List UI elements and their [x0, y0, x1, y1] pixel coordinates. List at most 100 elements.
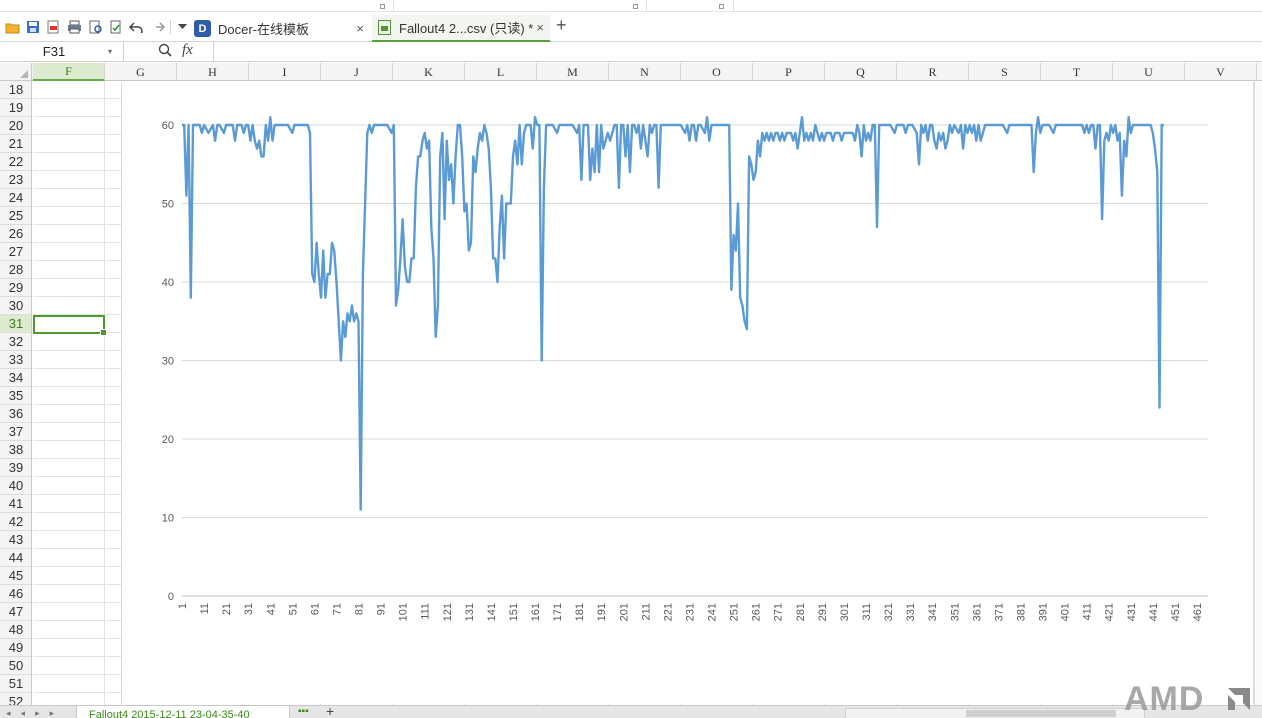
- function-icon[interactable]: fx: [182, 42, 193, 59]
- column-header-q[interactable]: Q: [825, 63, 897, 81]
- row-header-23[interactable]: 23: [0, 171, 31, 189]
- column-header-m[interactable]: M: [537, 63, 609, 81]
- sheet-tab[interactable]: Fallout4 2015-12-11 23-04-35-40: [76, 706, 290, 718]
- column-header-o[interactable]: O: [681, 63, 753, 81]
- row-header-19[interactable]: 19: [0, 99, 31, 117]
- print-icon[interactable]: [66, 19, 82, 35]
- x-tick-label: 101: [398, 603, 410, 621]
- last-sheet-icon[interactable]: ▸: [50, 708, 55, 718]
- save-icon[interactable]: [25, 19, 41, 35]
- export-pdf-icon[interactable]: [45, 19, 61, 35]
- row-header-29[interactable]: 29: [0, 279, 31, 297]
- first-sheet-icon[interactable]: ◂: [6, 708, 11, 718]
- row-header-40[interactable]: 40: [0, 477, 31, 495]
- row-header-38[interactable]: 38: [0, 441, 31, 459]
- undo-icon[interactable]: [128, 19, 144, 35]
- row-header-34[interactable]: 34: [0, 369, 31, 387]
- ribbon-remnant: [0, 0, 1262, 12]
- zoom-icon[interactable]: [158, 43, 172, 60]
- x-tick-label: 81: [354, 603, 366, 615]
- x-tick-label: 341: [927, 603, 939, 621]
- row-header-33[interactable]: 33: [0, 351, 31, 369]
- x-tick-label: 461: [1192, 603, 1204, 621]
- column-header-s[interactable]: S: [969, 63, 1041, 81]
- column-header-u[interactable]: U: [1113, 63, 1185, 81]
- column-header-f[interactable]: F: [33, 63, 105, 81]
- column-header-r[interactable]: R: [897, 63, 969, 81]
- x-tick-label: 121: [442, 603, 454, 621]
- column-header-t[interactable]: T: [1041, 63, 1113, 81]
- row-header-39[interactable]: 39: [0, 459, 31, 477]
- row-header: 18 19 20 21 22 23 24 25 26 27 28 29 30 31 32 33 34 35 36 37…: [0, 81, 32, 705]
- add-sheet-button[interactable]: +: [326, 703, 334, 718]
- x-tick-label: 361: [971, 603, 983, 621]
- column-header-v[interactable]: V: [1185, 63, 1257, 81]
- horizontal-scrollbar[interactable]: [845, 708, 1145, 718]
- x-tick-label: 281: [795, 603, 807, 621]
- row-header-32[interactable]: 32: [0, 333, 31, 351]
- open-folder-icon[interactable]: [4, 19, 20, 35]
- sheet-nav-arrows[interactable]: ◂ ◂ ▸ ▸: [0, 708, 72, 718]
- row-header-49[interactable]: 49: [0, 639, 31, 657]
- row-header-18[interactable]: 18: [0, 81, 31, 99]
- chevron-down-icon[interactable]: ▾: [108, 47, 112, 56]
- row-header-51[interactable]: 51: [0, 675, 31, 693]
- sheet-more-icon[interactable]: ▪▪▪: [298, 706, 309, 717]
- tab-docer[interactable]: D Docer-在线模板 ×: [194, 15, 370, 42]
- active-cell[interactable]: [33, 315, 107, 336]
- x-tick-label: 201: [618, 603, 630, 621]
- row-header-28[interactable]: 28: [0, 261, 31, 279]
- name-box[interactable]: F31 ▾: [0, 42, 124, 61]
- next-sheet-icon[interactable]: ▸: [35, 708, 40, 718]
- series-line[interactable]: [182, 116, 1164, 511]
- new-tab-button[interactable]: +: [556, 15, 567, 35]
- close-icon[interactable]: ×: [536, 20, 544, 35]
- column-header-k[interactable]: K: [393, 63, 465, 81]
- spell-check-icon[interactable]: [108, 19, 124, 35]
- row-header-27[interactable]: 27: [0, 243, 31, 261]
- column-header-j[interactable]: J: [321, 63, 393, 81]
- select-all-corner[interactable]: [0, 63, 32, 81]
- row-header-31[interactable]: 31: [0, 315, 31, 333]
- print-preview-icon[interactable]: [87, 19, 103, 35]
- y-tick-label: 10: [162, 513, 174, 525]
- vertical-scrollbar[interactable]: [1254, 81, 1262, 705]
- spreadsheet-file-icon: [378, 20, 391, 35]
- column-header-p[interactable]: P: [753, 63, 825, 81]
- column-header-h[interactable]: H: [177, 63, 249, 81]
- row-header-26[interactable]: 26: [0, 225, 31, 243]
- row-header-47[interactable]: 47: [0, 603, 31, 621]
- row-header-24[interactable]: 24: [0, 189, 31, 207]
- tab-file[interactable]: Fallout4 2...csv (只读) * ×: [372, 15, 550, 42]
- row-header-30[interactable]: 30: [0, 297, 31, 315]
- row-header-52[interactable]: 52: [0, 693, 31, 705]
- column-header-i[interactable]: I: [249, 63, 321, 81]
- row-header-25[interactable]: 25: [0, 207, 31, 225]
- line-chart[interactable]: 0 10 20 30 40 50 60 1 11 21 31 41 51 61 71 81 91 101 111 12…: [121, 82, 1254, 704]
- row-header-45[interactable]: 45: [0, 567, 31, 585]
- row-header-43[interactable]: 43: [0, 531, 31, 549]
- close-icon[interactable]: ×: [356, 21, 364, 36]
- prev-sheet-icon[interactable]: ◂: [21, 708, 26, 718]
- row-header-44[interactable]: 44: [0, 549, 31, 567]
- row-header-35[interactable]: 35: [0, 387, 31, 405]
- formula-input[interactable]: [213, 42, 1262, 61]
- row-header-42[interactable]: 42: [0, 513, 31, 531]
- column-header-n[interactable]: N: [609, 63, 681, 81]
- y-tick-label: 60: [162, 120, 174, 132]
- row-header-37[interactable]: 37: [0, 423, 31, 441]
- row-header-20[interactable]: 20: [0, 117, 31, 135]
- row-header-46[interactable]: 46: [0, 585, 31, 603]
- more-dropdown-icon[interactable]: [174, 19, 190, 35]
- column-header-l[interactable]: L: [465, 63, 537, 81]
- x-tick-label: 31: [243, 603, 255, 615]
- x-tick-label: 221: [662, 603, 674, 621]
- column-header-g[interactable]: G: [105, 63, 177, 81]
- row-header-41[interactable]: 41: [0, 495, 31, 513]
- row-header-21[interactable]: 21: [0, 135, 31, 153]
- redo-icon[interactable]: [150, 19, 166, 35]
- row-header-36[interactable]: 36: [0, 405, 31, 423]
- row-header-50[interactable]: 50: [0, 657, 31, 675]
- row-header-22[interactable]: 22: [0, 153, 31, 171]
- row-header-48[interactable]: 48: [0, 621, 31, 639]
